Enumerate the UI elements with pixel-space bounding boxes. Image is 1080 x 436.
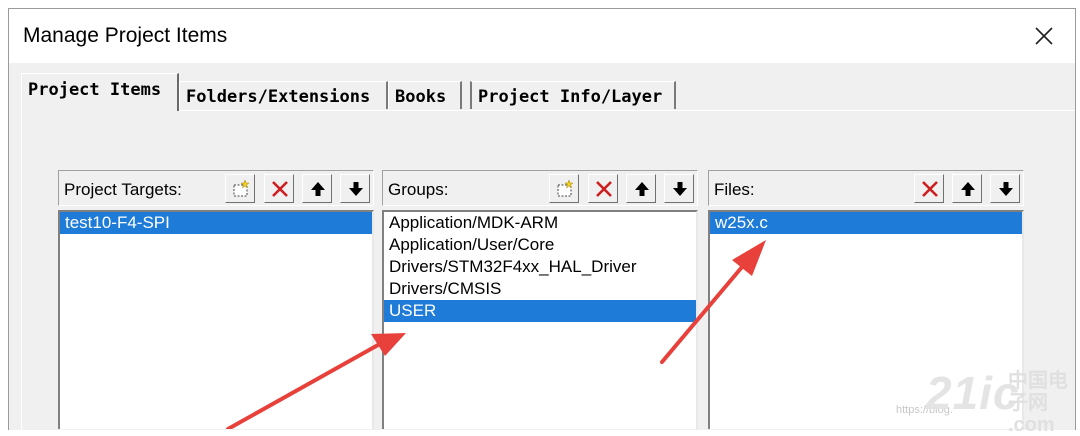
new-group-button[interactable] <box>549 174 579 203</box>
new-icon <box>557 179 574 197</box>
tab-project-items[interactable]: Project Items <box>21 73 179 111</box>
move-group-up-button[interactable] <box>626 174 656 203</box>
delete-target-button[interactable] <box>264 174 294 203</box>
delete-group-button[interactable] <box>588 174 618 203</box>
delete-icon <box>596 181 612 197</box>
new-target-button[interactable] <box>225 174 255 203</box>
list-item[interactable]: Application/User/Core <box>384 234 696 256</box>
title-bar: Manage Project Items <box>9 9 1075 63</box>
move-target-up-button[interactable] <box>302 174 332 203</box>
groups-list[interactable]: Application/MDK-ARM Application/User/Cor… <box>382 210 698 429</box>
list-item[interactable]: test10-F4-SPI <box>60 212 372 234</box>
move-down-icon <box>349 182 363 196</box>
files-label: Files: <box>714 180 755 199</box>
move-up-icon <box>961 182 975 196</box>
move-file-down-button[interactable] <box>990 174 1020 203</box>
tab-project-info-layer[interactable]: Project Info/Layer <box>470 81 676 109</box>
move-down-icon <box>673 182 687 196</box>
list-item[interactable]: Application/MDK-ARM <box>384 212 696 234</box>
groups-header: Groups: <box>382 170 698 206</box>
files-list[interactable]: w25x.c <box>708 210 1024 429</box>
close-icon <box>1035 27 1053 45</box>
new-icon <box>233 179 250 197</box>
delete-icon <box>922 181 938 197</box>
files-header: Files: <box>708 170 1024 206</box>
project-targets-list[interactable]: test10-F4-SPI <box>58 210 374 429</box>
close-button[interactable] <box>1013 9 1075 63</box>
move-down-icon <box>999 182 1013 196</box>
list-item[interactable]: w25x.c <box>710 212 1022 234</box>
list-item[interactable]: Drivers/STM32F4xx_HAL_Driver <box>384 256 696 278</box>
move-up-icon <box>635 182 649 196</box>
window-title: Manage Project Items <box>23 24 228 47</box>
delete-icon <box>272 181 288 197</box>
delete-file-button[interactable] <box>914 174 944 203</box>
project-targets-label: Project Targets: <box>64 180 182 199</box>
move-target-down-button[interactable] <box>340 174 370 203</box>
project-targets-header: Project Targets: <box>58 170 374 206</box>
tab-books[interactable]: Books <box>388 81 462 109</box>
list-item[interactable]: USER <box>384 300 696 322</box>
list-item[interactable]: Drivers/CMSIS <box>384 278 696 300</box>
move-group-down-button[interactable] <box>664 174 694 203</box>
move-up-icon <box>311 182 325 196</box>
move-file-up-button[interactable] <box>952 174 982 203</box>
groups-label: Groups: <box>388 180 449 199</box>
tab-folders-extensions[interactable]: Folders/Extensions <box>179 81 388 109</box>
